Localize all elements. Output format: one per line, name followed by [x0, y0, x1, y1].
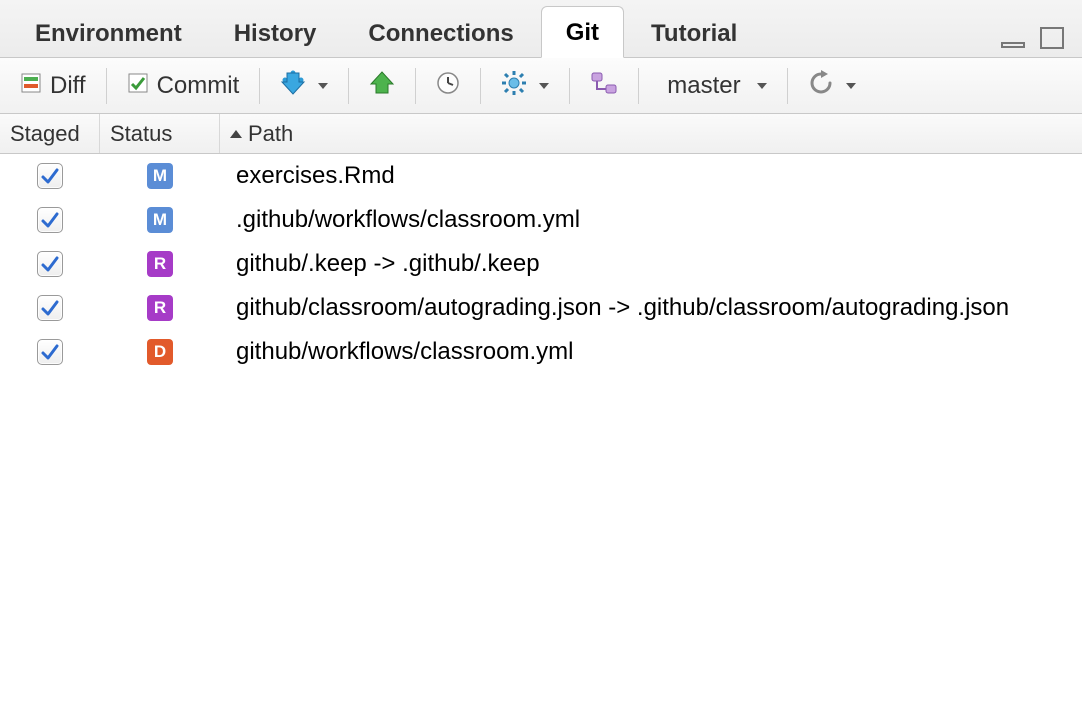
separator — [415, 68, 416, 104]
branch-selector[interactable]: master — [649, 66, 776, 106]
new-branch-button[interactable] — [580, 65, 628, 107]
cell-staged — [0, 207, 100, 233]
separator — [638, 68, 639, 104]
commit-button[interactable]: Commit — [117, 66, 250, 106]
cell-status: D — [100, 339, 220, 365]
arrow-up-icon — [369, 70, 395, 102]
staged-checkbox[interactable] — [37, 295, 63, 321]
refresh-button[interactable] — [798, 64, 866, 108]
commit-label: Commit — [157, 72, 240, 100]
toolbar: Diff Commit — [0, 58, 1082, 114]
chevron-down-icon — [757, 83, 767, 89]
separator — [259, 68, 260, 104]
cell-staged — [0, 295, 100, 321]
cell-staged — [0, 251, 100, 277]
chevron-down-icon — [846, 83, 856, 89]
window-controls — [1000, 27, 1064, 49]
staged-checkbox[interactable] — [37, 163, 63, 189]
cell-status: M — [100, 163, 220, 189]
status-badge: M — [147, 163, 173, 189]
separator — [787, 68, 788, 104]
separator — [480, 68, 481, 104]
branch-icon — [590, 71, 618, 101]
cell-status: M — [100, 207, 220, 233]
staged-checkbox[interactable] — [37, 207, 63, 233]
tab-connections[interactable]: Connections — [343, 7, 538, 58]
sort-asc-icon — [230, 130, 242, 138]
tab-history[interactable]: History — [209, 7, 342, 58]
cell-path: github/classroom/autograding.json -> .gi… — [220, 292, 1082, 324]
status-badge: M — [147, 207, 173, 233]
pull-button[interactable] — [270, 64, 338, 108]
tab-bar: Environment History Connections Git Tuto… — [0, 0, 1082, 58]
tab-git[interactable]: Git — [541, 6, 624, 58]
commit-icon — [127, 72, 149, 100]
staged-checkbox[interactable] — [37, 251, 63, 277]
column-staged[interactable]: Staged — [0, 114, 100, 153]
separator — [569, 68, 570, 104]
table-header: Staged Status Path — [0, 114, 1082, 154]
cell-status: R — [100, 295, 220, 321]
git-pane: Environment History Connections Git Tuto… — [0, 0, 1082, 706]
minimize-icon[interactable] — [1000, 31, 1026, 49]
diff-icon — [20, 72, 42, 100]
cell-path: exercises.Rmd — [220, 160, 1082, 192]
cell-path: github/.keep -> .github/.keep — [220, 248, 1082, 280]
table-row[interactable]: M .github/workflows/classroom.yml — [0, 198, 1082, 242]
column-path[interactable]: Path — [220, 114, 1082, 153]
diff-label: Diff — [50, 72, 86, 100]
table-row[interactable]: Dgithub/workflows/classroom.yml — [0, 330, 1082, 374]
status-badge: D — [147, 339, 173, 365]
staged-checkbox[interactable] — [37, 339, 63, 365]
table-row[interactable]: Rgithub/.keep -> .github/.keep — [0, 242, 1082, 286]
status-badge: R — [147, 251, 173, 277]
refresh-icon — [808, 70, 834, 102]
diff-button[interactable]: Diff — [10, 66, 96, 106]
push-button[interactable] — [359, 64, 405, 108]
tab-environment[interactable]: Environment — [10, 7, 207, 58]
table-body: Mexercises.RmdM.github/workflows/classro… — [0, 154, 1082, 374]
column-status[interactable]: Status — [100, 114, 220, 153]
cell-staged — [0, 339, 100, 365]
clock-icon — [436, 71, 460, 101]
table-row[interactable]: Rgithub/classroom/autograding.json -> .g… — [0, 286, 1082, 330]
more-button[interactable] — [491, 64, 559, 108]
separator — [348, 68, 349, 104]
tab-tutorial[interactable]: Tutorial — [626, 7, 762, 58]
status-badge: R — [147, 295, 173, 321]
cell-path: github/workflows/classroom.yml — [220, 336, 1082, 368]
cell-status: R — [100, 251, 220, 277]
chevron-down-icon — [318, 83, 328, 89]
separator — [106, 68, 107, 104]
column-path-label: Path — [248, 121, 293, 147]
history-button[interactable] — [426, 65, 470, 107]
cell-staged — [0, 163, 100, 189]
branch-label: master — [667, 72, 740, 100]
chevron-down-icon — [539, 83, 549, 89]
cell-path: .github/workflows/classroom.yml — [220, 204, 1082, 236]
table-row[interactable]: Mexercises.Rmd — [0, 154, 1082, 198]
gear-icon — [501, 70, 527, 102]
maximize-icon[interactable] — [1040, 27, 1064, 49]
arrow-down-icon — [280, 70, 306, 102]
